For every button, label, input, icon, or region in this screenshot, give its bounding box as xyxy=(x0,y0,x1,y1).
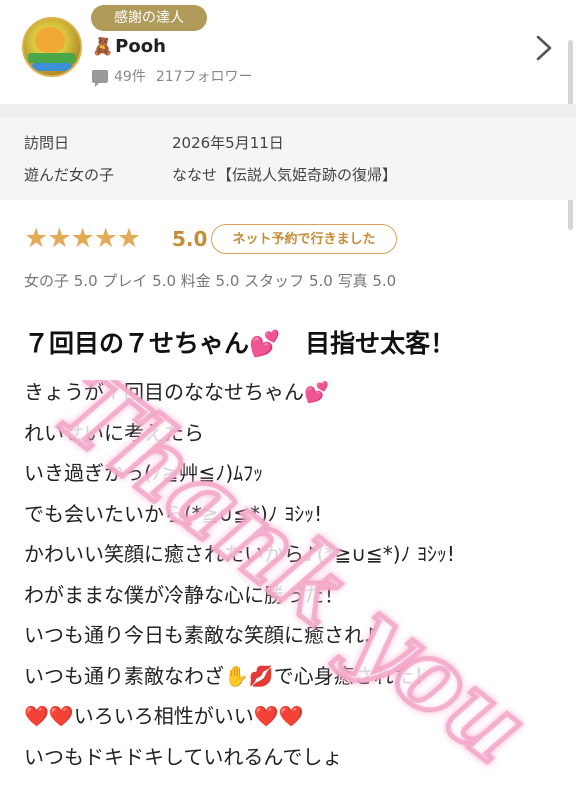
reviewer-name[interactable]: Pooh xyxy=(115,36,166,57)
visit-info: 訪問日 2026年5月11日 遊んだ女の子 ななせ【伝説人気姫奇跡の復帰】 xyxy=(0,118,576,200)
review-line: きょうが７回目のななせちゃん💕 xyxy=(24,380,329,404)
visit-date-label: 訪問日 xyxy=(24,134,70,152)
review-line: わがままな僕が冷静な心に勝った！ xyxy=(24,582,344,607)
avatar-ribbon xyxy=(28,53,76,63)
avatar[interactable] xyxy=(22,17,82,77)
visit-girl-value[interactable]: ななせ【伝説人気姫奇跡の復帰】 xyxy=(172,164,397,185)
review-line: いき過ぎかっ(ﾉ≧艸≦ﾉ)ﾑﾌｯ xyxy=(24,461,264,485)
star-icon: ★ xyxy=(47,223,72,254)
reviewer-badge: 感謝の達人 xyxy=(91,5,207,31)
star-icon: ★ xyxy=(24,223,49,254)
reviewer-name-row[interactable]: 🧸 Pooh xyxy=(92,36,166,57)
reviewer-header[interactable]: 感謝の達人 🧸 Pooh 49件 217フォロワー xyxy=(0,0,576,104)
review-line: いつも通り素敵なわざ✋💋で心身癒された！ xyxy=(24,663,434,688)
booking-tag: ネット予約で行きました xyxy=(211,224,397,254)
review-line: いつも通り今日も素敵な笑顔に癒され♪ xyxy=(24,623,377,647)
review-count: 49件 xyxy=(114,69,146,85)
review-body: きょうが７回目のななせちゃん💕 れいせいに考えたらいき過ぎかっ(ﾉ≧艸≦ﾉ)ﾑﾌｯ… xyxy=(24,372,564,777)
follower-count: 217フォロワー xyxy=(155,69,253,85)
star-rating: ★★★★★ xyxy=(24,223,142,254)
review-title: ７回目の７せちゃん💕 目指せ太客！ xyxy=(24,329,456,358)
avatar-ribbon-2 xyxy=(32,63,72,71)
review-line: れいせいに考えたら xyxy=(24,420,204,445)
visit-date-value: 2026年5月11日 xyxy=(172,134,284,152)
chevron-right-icon[interactable] xyxy=(532,34,556,62)
review-line: ❤️❤️いろいろ相性がいい❤️❤️ xyxy=(24,704,304,728)
star-icon: ★ xyxy=(116,223,142,254)
reviewer-stats: 49件 217フォロワー xyxy=(92,66,253,87)
sub-scores: 女の子 5.0 プレイ 5.0 料金 5.0 スタッフ 5.0 写真 5.0 xyxy=(24,272,397,290)
review-line: いつもドキドキしていれるんでしょ xyxy=(24,744,343,769)
review-line: かわいい笑顔に癒されたいから♪(*≧∪≦*)ﾉ ﾖｼｯ! xyxy=(24,542,455,566)
section-divider xyxy=(0,104,576,118)
star-icon: ★ xyxy=(93,223,118,254)
visit-girl-label: 遊んだ女の子 xyxy=(24,166,115,184)
visit-girl-row: 遊んだ女の子 ななせ【伝説人気姫奇跡の復帰】 xyxy=(24,164,397,185)
teddy-bear-icon: 🧸 xyxy=(92,37,114,57)
visit-date-row: 訪問日 2026年5月11日 xyxy=(24,132,284,153)
star-icon: ★ xyxy=(70,223,95,254)
comment-icon xyxy=(92,70,108,87)
bear-illustration xyxy=(35,27,65,53)
rating-score: 5.0 xyxy=(172,227,208,251)
review-line: でも会いたいから(*≧∪≦*)ﾉ ﾖｼｯ! xyxy=(24,501,323,526)
